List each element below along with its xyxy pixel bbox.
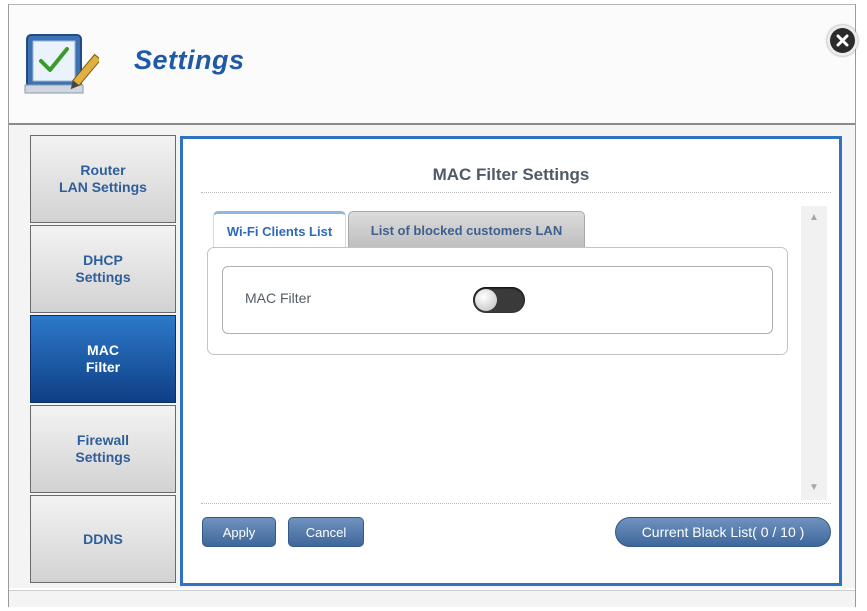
scroll-up-icon[interactable]: ▲ — [801, 208, 827, 228]
close-icon — [830, 28, 855, 53]
page-title: Settings — [134, 45, 245, 75]
current-black-list-button[interactable]: Current Black List( 0 / 10 ) — [615, 517, 831, 547]
sidebar-item-mac-filter[interactable]: MAC Filter — [30, 315, 176, 403]
settings-checklist-icon — [23, 27, 102, 103]
panel-title: MAC Filter Settings — [432, 165, 590, 184]
bottom-strip — [9, 590, 855, 607]
mac-filter-row: MAC Filter — [222, 266, 773, 334]
mac-filter-toggle[interactable] — [473, 287, 525, 313]
sidebar-item-dhcp-settings[interactable]: DHCP Settings — [30, 225, 176, 313]
sidebar-item-firewall-settings[interactable]: Firewall Settings — [30, 405, 176, 493]
bottom-divider — [201, 503, 831, 504]
title-bar: Settings — [9, 5, 855, 125]
settings-window: Settings Router LAN Settings DHCP Settin… — [8, 4, 858, 607]
mac-filter-panel: MAC Filter Settings Wi-Fi Clients List L… — [180, 136, 842, 586]
sidebar-item-router-lan-settings[interactable]: Router LAN Settings — [30, 135, 176, 223]
close-button[interactable] — [827, 25, 858, 56]
sidebar: Router LAN Settings DHCP Settings MAC Fi… — [30, 135, 176, 585]
scroll-down-icon[interactable]: ▼ — [801, 478, 827, 498]
vertical-scrollbar[interactable]: ▲ ▼ — [801, 206, 827, 500]
top-divider — [201, 192, 831, 193]
content-area: Router LAN Settings DHCP Settings MAC Fi… — [9, 125, 855, 588]
mac-filter-label: MAC Filter — [245, 290, 312, 306]
tab-wifi-clients-list[interactable]: Wi-Fi Clients List — [213, 211, 346, 249]
sidebar-item-ddns[interactable]: DDNS — [30, 495, 176, 583]
toggle-knob — [475, 289, 497, 311]
tab-content: MAC Filter — [207, 247, 788, 355]
tab-blocked-customers-lan[interactable]: List of blocked customers LAN — [348, 211, 585, 249]
cancel-button[interactable]: Cancel — [288, 517, 364, 547]
apply-button[interactable]: Apply — [202, 517, 276, 547]
